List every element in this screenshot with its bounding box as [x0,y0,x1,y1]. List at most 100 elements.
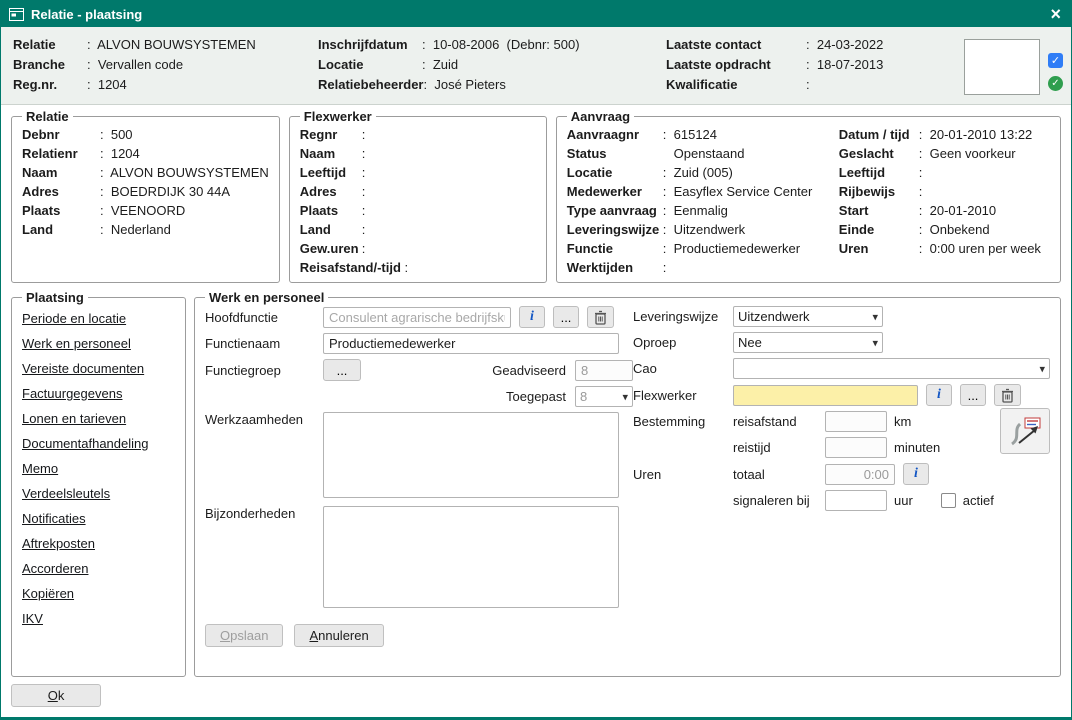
opslaan-button[interactable]: Opslaan [205,624,283,647]
field-value: : Uitzendwerk [663,220,745,239]
plaatsing-nav-link[interactable]: Memo [22,456,175,481]
plaatsing-nav-link[interactable]: Factuurgegevens [22,381,175,406]
hoofdfunctie-delete-button[interactable] [587,306,614,328]
plaatsing-nav-link[interactable]: IKV [22,606,175,631]
cao-select[interactable] [733,358,1050,379]
bijzonderheden-textarea[interactable] [323,506,619,608]
hoofdfunctie-info-button[interactable]: i [519,306,545,328]
field-value: : Nederland [100,220,171,239]
functiegroep-browse-button[interactable]: ... [323,359,361,381]
window-icon [9,8,24,21]
field-value: : 1204 [100,144,140,163]
ok-button[interactable]: Ok [11,684,101,707]
route-planner-button[interactable] [1000,408,1050,454]
flexwerker-info-button[interactable]: i [926,384,952,406]
toegepast-select[interactable]: 8 [575,386,633,407]
bottom-fieldsets: Plaatsing Periode en locatie Werk en per… [11,290,1061,677]
main-area: Relatie Debnr : 500 Relatienr : 1204 [1,105,1071,717]
hoofdfunctie-browse-button[interactable]: ... [553,306,579,328]
flexwerker-input[interactable] [733,385,918,406]
field-label: Relatiebeheerder [318,75,424,95]
field-value: : [806,75,810,95]
plaatsing-legend: Plaatsing [22,290,88,305]
field-label: Adres [300,182,362,201]
plaatsing-nav-link[interactable]: Accorderen [22,556,175,581]
field-row: Status Openstaand [567,144,839,163]
field-label: Leeftijd [839,163,919,182]
header-field: Branche : Vervallen code [13,55,318,75]
field-value: : 0:00 uren per week [919,239,1041,258]
header-field: Laatste contact : 24-03-2022 [666,35,960,55]
functienaam-input[interactable] [323,333,619,354]
signaleren-input[interactable] [825,490,887,511]
form-buttons: Opslaan Annuleren [205,624,633,647]
cao-select-wrap [733,358,1050,379]
close-icon[interactable]: × [1050,5,1061,23]
hoofdfunctie-input[interactable] [323,307,511,328]
info-icon: i [937,388,941,402]
field-value: : 20-01-2010 13:22 [919,125,1032,144]
leveringswijze-row: Leveringswijze Uitzendwerk [633,306,1050,327]
plaatsing-nav-link[interactable]: Verdeelsleutels [22,481,175,506]
field-label: Status [567,144,663,163]
aanvraag-legend: Aanvraag [567,109,634,124]
plaatsing-nav-link[interactable]: Notificaties [22,506,175,531]
leveringswijze-label: Leveringswijze [633,309,733,324]
oproep-row: Oproep Nee [633,332,1050,353]
plaatsing-nav-link[interactable]: Lonen en tarieven [22,406,175,431]
hoofdfunctie-label: Hoofdfunctie [205,310,323,325]
plaatsing-nav-link[interactable]: Vereiste documenten [22,356,175,381]
plaatsing-nav-link[interactable]: Werk en personeel [22,331,175,356]
flexwerker-label: Flexwerker [633,388,733,403]
header-field: Reg.nr. : 1204 [13,75,318,95]
oproep-select[interactable]: Nee [733,332,883,353]
field-row: Start : 20-01-2010 [839,201,1050,220]
top-fieldsets: Relatie Debnr : 500 Relatienr : 1204 [11,109,1061,283]
field-value: : Productiemedewerker [663,239,800,258]
flexwerker-browse-button[interactable]: ... [960,384,986,406]
field-label: Leveringswijze [567,220,663,239]
field-row: Type aanvraag : Eenmalig [567,201,839,220]
actief-label: actief [963,493,994,508]
flexwerker-legend: Flexwerker [300,109,376,124]
flexwerker-delete-button[interactable] [994,384,1021,406]
oproep-select-wrap: Nee [733,332,883,353]
functiegroep-label: Functiegroep [205,363,323,378]
plaatsing-nav-link[interactable]: Periode en locatie [22,306,175,331]
plaatsing-nav-link[interactable]: Kopiëren [22,581,175,606]
werkzaamheden-textarea[interactable] [323,412,619,498]
werk-left-column: Hoofdfunctie i ... [205,306,633,647]
field-label: Plaats [22,201,100,220]
green-check-icon[interactable]: ✓ [1048,76,1063,91]
relatie-fieldset: Relatie Debnr : 500 Relatienr : 1204 [11,109,280,283]
ellipsis-icon: ... [337,363,348,378]
field-label: Leeftijd [300,163,362,182]
field-value: : [362,163,366,182]
plaatsing-nav-link[interactable]: Documentafhandeling [22,431,175,456]
field-row: Land : Nederland [22,220,269,239]
field-value: : [362,201,366,220]
geadviseerd-label: Geadviseerd [492,363,566,378]
blue-checkbox-icon[interactable]: ✓ [1048,53,1063,68]
aanvraag-columns: Aanvraagnr : 615124 Status Openstaand Lo… [567,125,1050,277]
werk-en-personeel-fieldset: Werk en personeel Hoofdfunctie i ... [194,290,1061,677]
annuleren-button[interactable]: Annuleren [294,624,383,647]
field-row: Leeftijd : [300,163,536,182]
uren-info-button[interactable]: i [903,463,929,485]
leveringswijze-select[interactable]: Uitzendwerk [733,306,883,327]
field-row: Rijbewijs : [839,182,1050,201]
field-label: Debnr [22,125,100,144]
header-status-icons: ✓ ✓ [1048,35,1063,91]
werkzaamheden-row: Werkzaamheden [205,412,633,498]
actief-checkbox[interactable] [941,493,956,508]
field-value: : [663,258,667,277]
plaatsing-nav-link[interactable]: Aftrekposten [22,531,175,556]
werk-right-column: Leveringswijze Uitzendwerk Oproep [633,306,1050,647]
field-label: Naam [300,144,362,163]
dialog-footer: Ok [11,684,1061,707]
trash-icon [1001,388,1014,403]
aanvraag-left-rows: Aanvraagnr : 615124 Status Openstaand Lo… [567,125,839,277]
photo-placeholder [964,39,1040,95]
bestemming-reistijd-row: reistijd minuten [633,437,1050,458]
flexwerker-row: Flexwerker i ... [633,384,1050,406]
